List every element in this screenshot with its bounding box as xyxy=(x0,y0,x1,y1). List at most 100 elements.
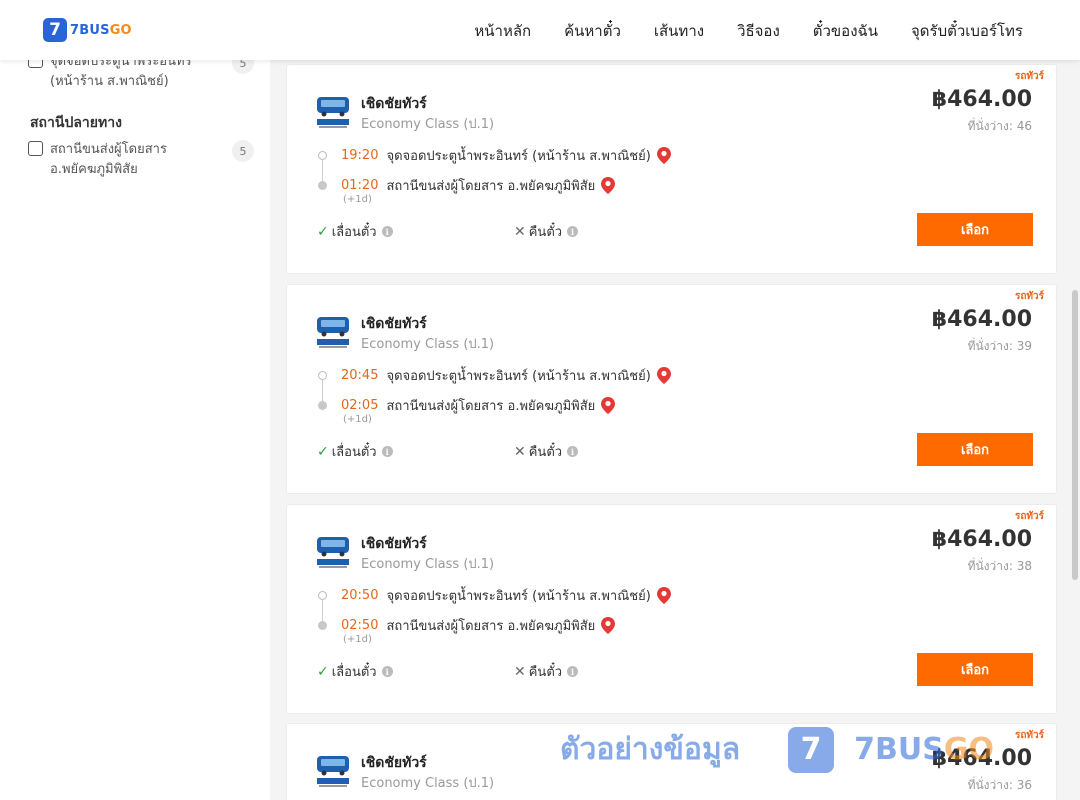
info-icon[interactable]: i xyxy=(381,226,393,237)
feature-label: เลื่อนตั๋ว xyxy=(331,665,377,680)
bus-operator-logo-icon xyxy=(317,97,349,128)
map-pin-icon[interactable] xyxy=(656,587,671,604)
arrival-place: สถานีขนส่งผู้โดยสาร อ.พยัคฆภูมิพิสัย xyxy=(386,179,596,194)
departure-stop: 20:50 จุดจอดประตูน้ำพระอินทร์ (หน้าร้าน … xyxy=(341,585,671,606)
arrival-stop: 01:20 สถานีขนส่งผู้โดยสาร อ.พยัคฆภูมิพิส… xyxy=(341,175,616,196)
next-day-indicator: (+1d) xyxy=(343,194,372,205)
logo-mark: 7 xyxy=(43,18,67,42)
departure-time: 19:20 xyxy=(341,148,379,163)
main-nav: หน้าหลัก ค้นหาตั๋ว เส้นทาง วิธีจอง ตั๋วข… xyxy=(474,19,1023,43)
feature-label: เลื่อนตั๋ว xyxy=(331,225,377,240)
check-icon: ✓ xyxy=(317,443,329,460)
map-pin-icon[interactable] xyxy=(656,367,671,384)
timeline-start-dot xyxy=(318,591,327,600)
cross-icon: ✕ xyxy=(514,443,526,460)
feature-change-ticket: ✓ เลื่อนตั๋ว i xyxy=(317,661,393,682)
info-icon[interactable]: i xyxy=(567,226,579,237)
feature-label: เลื่อนตั๋ว xyxy=(331,445,377,460)
timeline-start-dot xyxy=(318,371,327,380)
operator-name: เชิดชัยทัวร์ xyxy=(361,536,427,552)
arrival-time: 01:20 xyxy=(341,178,379,193)
departure-stop: 20:45 จุดจอดประตูน้ำพระอินทร์ (หน้าร้าน … xyxy=(341,365,671,386)
arrival-time: 02:50 xyxy=(341,618,379,633)
feature-refund-ticket: ✕ คืนตั๋ว i xyxy=(514,441,579,462)
arrival-time: 02:05 xyxy=(341,398,379,413)
vehicle-type-tag: รถทัวร์ xyxy=(1014,291,1044,302)
timeline-start-dot xyxy=(318,151,327,160)
nav-how-to-book[interactable]: วิธีจอง xyxy=(737,19,780,43)
map-pin-icon[interactable] xyxy=(601,617,616,634)
vehicle-type-tag: รถทัวร์ xyxy=(1014,730,1044,741)
next-day-indicator: (+1d) xyxy=(343,634,372,645)
feature-refund-ticket: ✕ คืนตั๋ว i xyxy=(514,661,579,682)
departure-stop: 19:20 จุดจอดประตูน้ำพระอินทร์ (หน้าร้าน … xyxy=(341,145,671,166)
bus-class: Economy Class (ป.1) xyxy=(361,776,495,791)
bus-class: Economy Class (ป.1) xyxy=(361,557,495,572)
map-pin-icon[interactable] xyxy=(601,177,616,194)
check-icon: ✓ xyxy=(317,223,329,240)
check-icon: ✓ xyxy=(317,663,329,680)
cross-icon: ✕ xyxy=(514,663,526,680)
feature-label: คืนตั๋ว xyxy=(528,665,563,680)
seats-available: ที่นั่งว่าง: 38 xyxy=(967,559,1032,573)
map-pin-icon[interactable] xyxy=(601,397,616,414)
timeline-end-dot xyxy=(318,181,327,190)
destination-section-title: สถานีปลายทาง xyxy=(30,115,122,131)
ticket-price: ฿464.00 xyxy=(931,527,1032,552)
ticket-price: ฿464.00 xyxy=(931,307,1032,332)
scrollbar-thumb[interactable] xyxy=(1072,290,1078,580)
filter-label: สถานีขนส่งผู้โดยสาร อ.พยัคฆภูมิพิสัย xyxy=(50,142,167,177)
timeline-end-dot xyxy=(318,621,327,630)
feature-label: คืนตั๋ว xyxy=(528,225,563,240)
nav-ticket-pickup-phone[interactable]: จุดรับตั๋วเบอร์โทร xyxy=(911,19,1023,43)
bus-operator-logo-icon xyxy=(317,317,349,348)
trip-card: รถทัวร์ เชิดชัยทัวร์ Economy Class (ป.1)… xyxy=(286,723,1057,800)
operator-name: เชิดชัยทัวร์ xyxy=(361,96,427,112)
logo-text-main: 7BUS xyxy=(70,22,110,38)
vehicle-type-tag: รถทัวร์ xyxy=(1014,71,1044,82)
logo-wordmark: 7BUSGO xyxy=(70,23,132,38)
ticket-price: ฿464.00 xyxy=(931,87,1032,112)
nav-my-tickets[interactable]: ตั๋วของฉัน xyxy=(813,19,878,43)
bus-operator-logo-icon xyxy=(317,756,349,787)
departure-time: 20:50 xyxy=(341,588,379,603)
departure-place: จุดจอดประตูน้ำพระอินทร์ (หน้าร้าน ส.พาณิ… xyxy=(386,589,651,604)
info-icon[interactable]: i xyxy=(567,446,579,457)
nav-routes[interactable]: เส้นทาง xyxy=(654,19,704,43)
select-trip-button[interactable]: เลือก xyxy=(917,653,1033,686)
top-header: 7 7BUSGO หน้าหลัก ค้นหาตั๋ว เส้นทาง วิธี… xyxy=(0,0,1080,60)
bus-class: Economy Class (ป.1) xyxy=(361,117,495,132)
timeline-end-dot xyxy=(318,401,327,410)
nav-search-tickets[interactable]: ค้นหาตั๋ว xyxy=(564,19,621,43)
logo-text-go: GO xyxy=(109,22,132,38)
info-icon[interactable]: i xyxy=(381,666,393,677)
feature-change-ticket: ✓ เลื่อนตั๋ว i xyxy=(317,221,393,242)
info-icon[interactable]: i xyxy=(381,446,393,457)
info-icon[interactable]: i xyxy=(567,666,579,677)
select-trip-button[interactable]: เลือก xyxy=(917,433,1033,466)
vehicle-type-tag: รถทัวร์ xyxy=(1014,511,1044,522)
next-day-indicator: (+1d) xyxy=(343,414,372,425)
filter-sidebar: จุดจอดประตูน้ำพระอินทร์ (หน้าร้าน ส.พาณิ… xyxy=(0,0,270,800)
site-logo[interactable]: 7 7BUSGO xyxy=(43,18,132,42)
bus-operator-logo-icon xyxy=(317,537,349,568)
map-pin-icon[interactable] xyxy=(656,147,671,164)
page-scrollbar[interactable] xyxy=(1070,0,1080,800)
select-trip-button[interactable]: เลือก xyxy=(917,213,1033,246)
operator-name: เชิดชัยทัวร์ xyxy=(361,755,427,771)
departure-time: 20:45 xyxy=(341,368,379,383)
feature-label: คืนตั๋ว xyxy=(528,445,563,460)
arrival-place: สถานีขนส่งผู้โดยสาร อ.พยัคฆภูมิพิสัย xyxy=(386,399,596,414)
departure-place: จุดจอดประตูน้ำพระอินทร์ (หน้าร้าน ส.พาณิ… xyxy=(386,149,651,164)
departure-place: จุดจอดประตูน้ำพระอินทร์ (หน้าร้าน ส.พาณิ… xyxy=(386,369,651,384)
bus-class: Economy Class (ป.1) xyxy=(361,337,495,352)
nav-home[interactable]: หน้าหลัก xyxy=(474,19,531,43)
filter-option-destination-station[interactable]: สถานีขนส่งผู้โดยสาร อ.พยัคฆภูมิพิสัย 5 xyxy=(28,140,254,180)
filter-checkbox[interactable] xyxy=(28,141,43,156)
filter-count-badge: 5 xyxy=(232,140,254,162)
seats-available: ที่นั่งว่าง: 36 xyxy=(967,778,1032,792)
operator-name: เชิดชัยทัวร์ xyxy=(361,316,427,332)
trip-card: รถทัวร์ เชิดชัยทัวร์ Economy Class (ป.1)… xyxy=(286,64,1057,274)
cross-icon: ✕ xyxy=(514,223,526,240)
seats-available: ที่นั่งว่าง: 46 xyxy=(967,119,1032,133)
